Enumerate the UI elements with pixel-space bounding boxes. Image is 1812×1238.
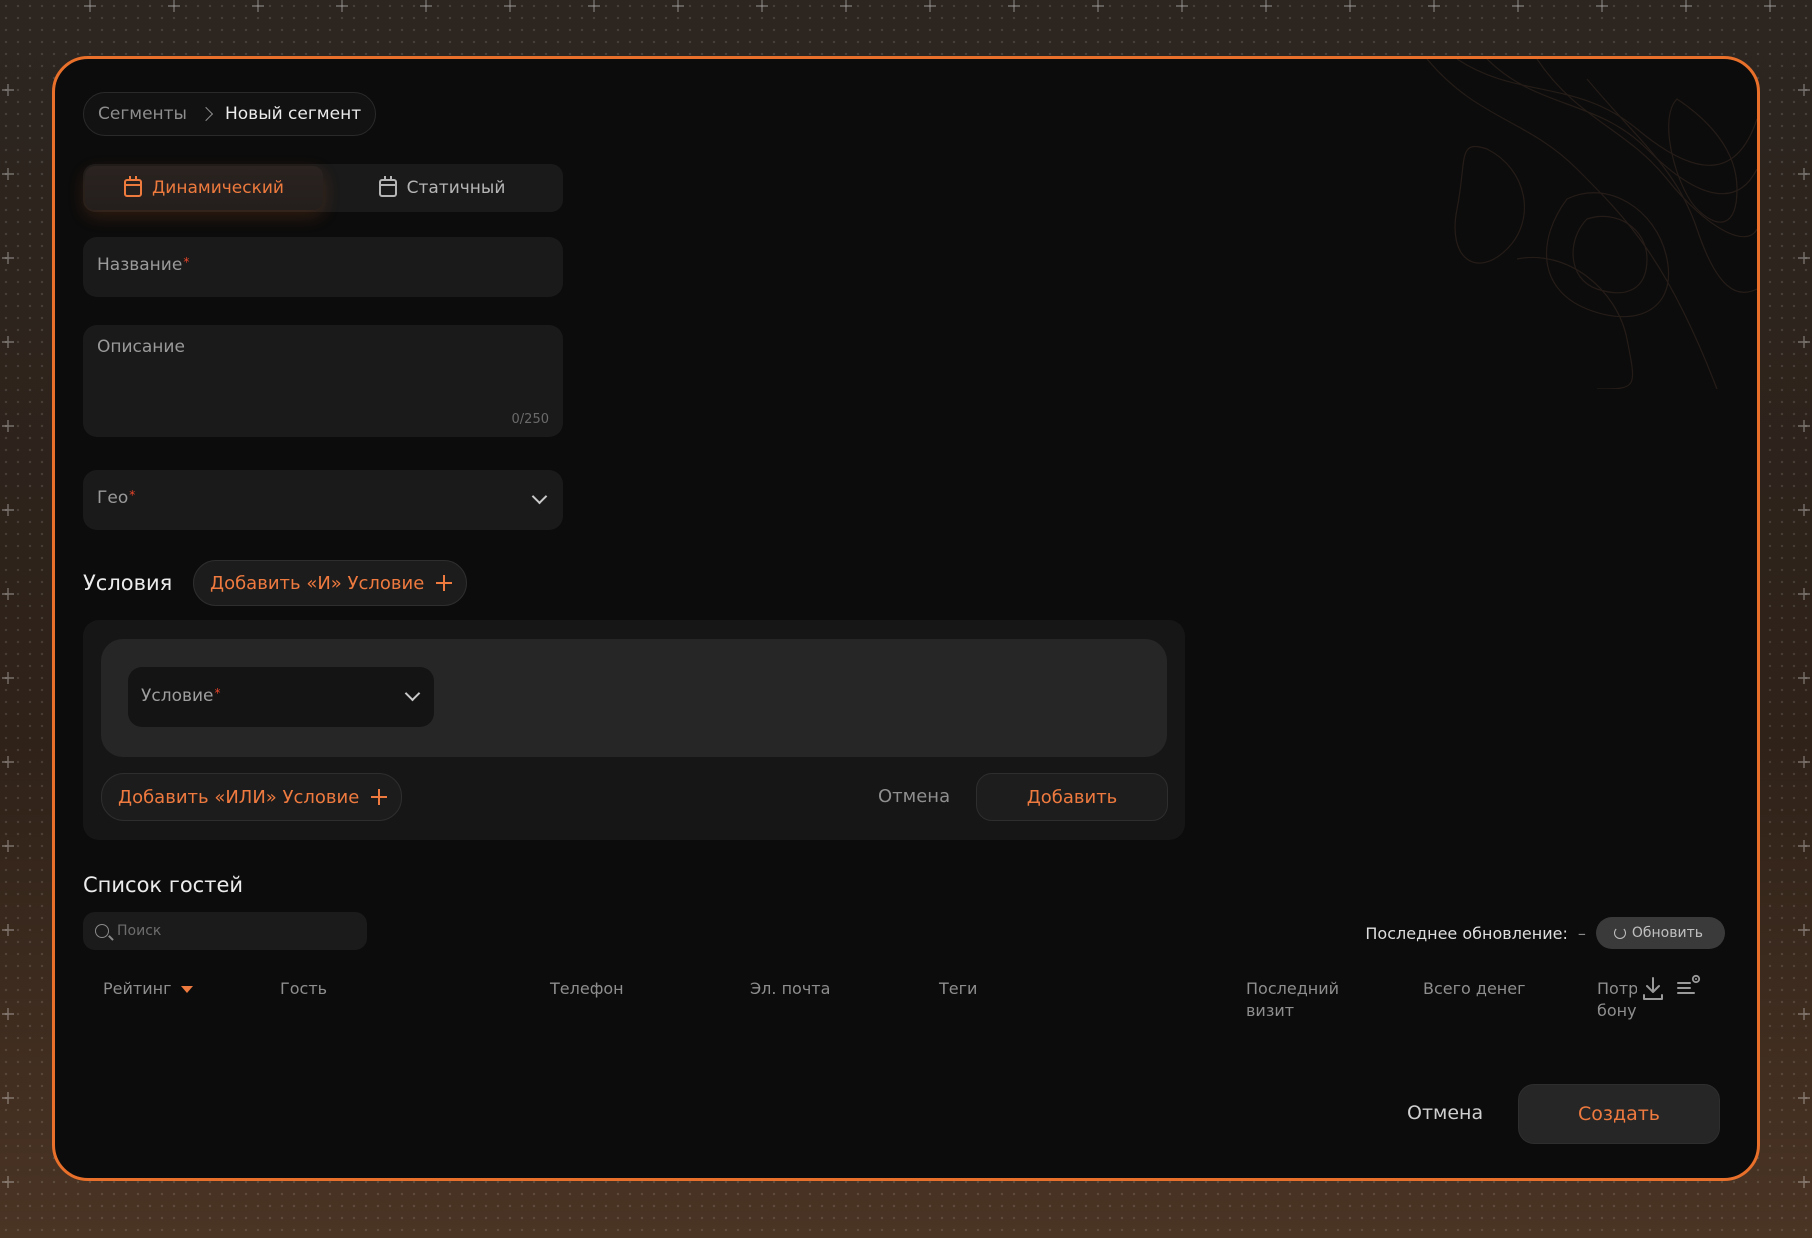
chevron-right-icon bbox=[198, 106, 214, 122]
plus-icon bbox=[436, 575, 453, 591]
tab-static-label: Статичный bbox=[406, 178, 506, 198]
chevron-down-icon bbox=[404, 685, 421, 702]
condition-group: Условие* bbox=[101, 639, 1167, 757]
last-update-label: Последнее обновление: bbox=[1365, 923, 1568, 943]
add-or-condition-label: Добавить «ИЛИ» Условие bbox=[118, 786, 360, 808]
column-total-money[interactable]: Всего денег bbox=[1423, 978, 1526, 1000]
create-button[interactable]: Создать bbox=[1518, 1084, 1720, 1144]
condition-add-button[interactable]: Добавить bbox=[976, 773, 1168, 821]
search-input[interactable]: Поиск bbox=[83, 912, 367, 950]
column-last-visit-line2: визит bbox=[1246, 1001, 1295, 1020]
column-last-visit[interactable]: Последний визит bbox=[1246, 978, 1339, 1022]
description-counter: 0/250 bbox=[511, 412, 549, 427]
column-bonus-line2: бону bbox=[1597, 1001, 1637, 1020]
calendar-icon bbox=[124, 176, 143, 197]
tab-dynamic-label: Динамический bbox=[152, 178, 284, 198]
breadcrumb-current: Новый сегмент bbox=[224, 104, 362, 124]
name-field[interactable]: Название* bbox=[83, 237, 563, 297]
condition-cancel-button[interactable]: Отмена bbox=[878, 786, 950, 807]
required-mark: * bbox=[129, 488, 136, 502]
breadcrumb: Сегменты Новый сегмент bbox=[83, 92, 377, 136]
add-and-condition-label: Добавить «И» Условие bbox=[210, 572, 425, 594]
guests-title: Список гостей bbox=[83, 873, 244, 897]
sort-desc-icon bbox=[181, 986, 194, 993]
column-rating[interactable]: Рейтинг bbox=[103, 978, 194, 1000]
column-rating-label: Рейтинг bbox=[103, 979, 172, 998]
add-and-condition-button[interactable]: Добавить «И» Условие bbox=[193, 560, 468, 606]
refresh-button[interactable]: Обновить bbox=[1595, 917, 1725, 949]
tab-static[interactable]: Статичный bbox=[323, 166, 561, 210]
condition-select[interactable]: Условие* bbox=[128, 667, 434, 727]
search-placeholder: Поиск bbox=[117, 923, 162, 939]
calendar-icon bbox=[378, 176, 397, 197]
chevron-down-icon bbox=[531, 488, 548, 505]
description-field[interactable]: Описание 0/250 bbox=[83, 325, 563, 437]
conditions-title: Условия bbox=[83, 571, 173, 595]
column-guest[interactable]: Гость bbox=[280, 978, 327, 1000]
search-icon bbox=[95, 924, 109, 938]
segment-modal: Сегменты Новый сегмент Динамический Стат… bbox=[52, 56, 1760, 1181]
column-settings-icon[interactable] bbox=[1676, 973, 1702, 999]
column-email[interactable]: Эл. почта bbox=[750, 978, 830, 1000]
description-field-label: Описание bbox=[97, 337, 185, 357]
column-bonus-line1: Потр bbox=[1597, 979, 1637, 998]
required-mark: * bbox=[214, 686, 221, 700]
refresh-label: Обновить bbox=[1631, 925, 1703, 941]
download-icon[interactable] bbox=[1641, 976, 1665, 1002]
column-tags[interactable]: Теги bbox=[939, 978, 977, 1000]
name-field-label: Название* bbox=[97, 255, 190, 275]
last-update-value: – bbox=[1577, 923, 1586, 943]
column-last-visit-line1: Последний bbox=[1246, 979, 1340, 998]
last-update: Последнее обновление: – Обновить bbox=[1365, 917, 1725, 949]
plus-icon bbox=[371, 789, 388, 805]
condition-select-label: Условие* bbox=[141, 686, 221, 706]
conditions-panel: Условие* Добавить «ИЛИ» Условие Отмена Д… bbox=[83, 620, 1185, 840]
geo-select-label: Гео* bbox=[97, 488, 136, 508]
breadcrumb-parent-link[interactable]: Сегменты bbox=[98, 104, 187, 124]
geo-select[interactable]: Гео* bbox=[83, 470, 563, 530]
add-or-condition-button[interactable]: Добавить «ИЛИ» Условие bbox=[101, 773, 403, 821]
refresh-icon bbox=[1613, 927, 1626, 939]
column-phone[interactable]: Телефон bbox=[550, 978, 624, 1000]
tab-dynamic[interactable]: Динамический bbox=[85, 166, 323, 210]
required-mark: * bbox=[183, 255, 190, 269]
column-bonus[interactable]: Потр бону bbox=[1597, 978, 1637, 1022]
segment-type-tabs: Динамический Статичный bbox=[83, 164, 563, 212]
cancel-button[interactable]: Отмена bbox=[1407, 1102, 1483, 1124]
